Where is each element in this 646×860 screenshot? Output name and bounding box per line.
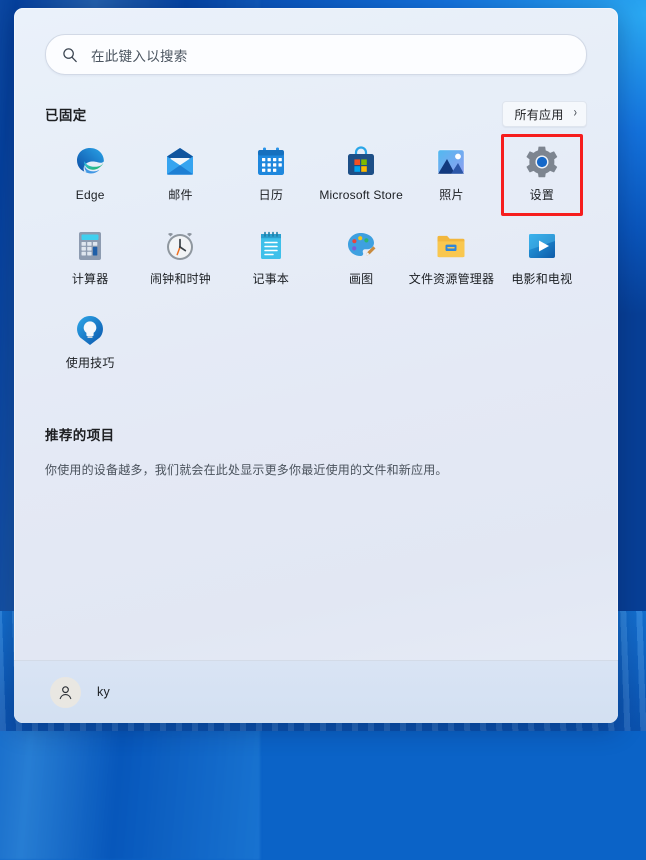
all-apps-button[interactable]: 所有应用 › bbox=[502, 101, 587, 127]
start-menu-panel: 在此键入以搜索 已固定 所有应用 › Edge 邮件 日历 Microsoft … bbox=[14, 8, 618, 723]
app-tile-movies-tv[interactable]: 电影和电视 bbox=[497, 222, 587, 298]
app-label: 画图 bbox=[348, 272, 374, 286]
tips-lightbulb-icon bbox=[74, 314, 106, 346]
app-label: 闹钟和时钟 bbox=[149, 272, 211, 286]
start-menu-footer: ky bbox=[14, 660, 618, 723]
app-label: 计算器 bbox=[71, 272, 109, 286]
file-explorer-icon bbox=[435, 230, 467, 262]
app-tile-edge[interactable]: Edge bbox=[45, 138, 135, 214]
chevron-right-icon: › bbox=[573, 105, 577, 121]
user-name-label: ky bbox=[97, 685, 110, 699]
app-tile-paint[interactable]: 画图 bbox=[316, 222, 406, 298]
search-placeholder-text: 在此键入以搜索 bbox=[91, 48, 188, 64]
edge-icon bbox=[74, 146, 106, 178]
app-label: 使用技巧 bbox=[65, 356, 115, 370]
app-tile-microsoft-store[interactable]: Microsoft Store bbox=[316, 138, 406, 214]
search-row: 在此键入以搜索 bbox=[14, 8, 618, 75]
app-label: 电影和电视 bbox=[511, 272, 573, 286]
app-label: 文件资源管理器 bbox=[408, 272, 495, 286]
calendar-icon bbox=[255, 146, 287, 178]
recommended-title: 推荐的项目 bbox=[45, 428, 115, 443]
person-icon bbox=[50, 676, 81, 708]
app-tile-file-explorer[interactable]: 文件资源管理器 bbox=[406, 222, 496, 298]
app-label: Edge bbox=[75, 188, 105, 202]
app-label: 邮件 bbox=[168, 188, 193, 202]
app-label: 日历 bbox=[258, 188, 284, 202]
pinned-header: 已固定 所有应用 › bbox=[45, 101, 587, 127]
app-tile-settings[interactable]: 设置 bbox=[497, 138, 587, 214]
app-label: Microsoft Store bbox=[319, 188, 404, 202]
movies-tv-icon bbox=[526, 230, 558, 262]
app-tile-mail[interactable]: 邮件 bbox=[135, 138, 225, 214]
app-tile-tips[interactable]: 使用技巧 bbox=[45, 306, 135, 382]
pinned-title: 已固定 bbox=[45, 108, 87, 123]
all-apps-label: 所有应用 bbox=[514, 107, 564, 122]
app-label: 设置 bbox=[529, 188, 555, 202]
settings-gear-icon bbox=[526, 146, 558, 178]
app-tile-photos[interactable]: 照片 bbox=[406, 138, 496, 214]
app-tile-calendar[interactable]: 日历 bbox=[226, 138, 316, 214]
mail-icon bbox=[164, 146, 196, 178]
app-tile-notepad[interactable]: 记事本 bbox=[226, 222, 316, 298]
calculator-icon bbox=[74, 230, 106, 262]
recommended-description: 你使用的设备越多，我们就会在此处显示更多你最近使用的文件和新应用。 bbox=[45, 463, 448, 477]
search-input[interactable]: 在此键入以搜索 bbox=[45, 34, 587, 75]
photos-icon bbox=[435, 146, 467, 178]
app-tile-calculator[interactable]: 计算器 bbox=[45, 222, 135, 298]
app-tile-alarm-clock[interactable]: 闹钟和时钟 bbox=[135, 222, 225, 298]
pinned-app-grid: Edge 邮件 日历 Microsoft Store 照片 设置 计算器 闹钟和… bbox=[45, 138, 587, 382]
alarm-clock-icon bbox=[164, 230, 196, 262]
user-account-button[interactable]: ky bbox=[45, 672, 122, 713]
notepad-icon bbox=[255, 230, 287, 262]
microsoft-store-icon bbox=[345, 146, 377, 178]
search-icon bbox=[62, 47, 78, 63]
app-label: 照片 bbox=[439, 188, 464, 202]
app-label: 记事本 bbox=[252, 272, 290, 286]
recommended-section: 推荐的项目 你使用的设备越多，我们就会在此处显示更多你最近使用的文件和新应用。 bbox=[45, 424, 587, 478]
paint-palette-icon bbox=[345, 230, 377, 262]
